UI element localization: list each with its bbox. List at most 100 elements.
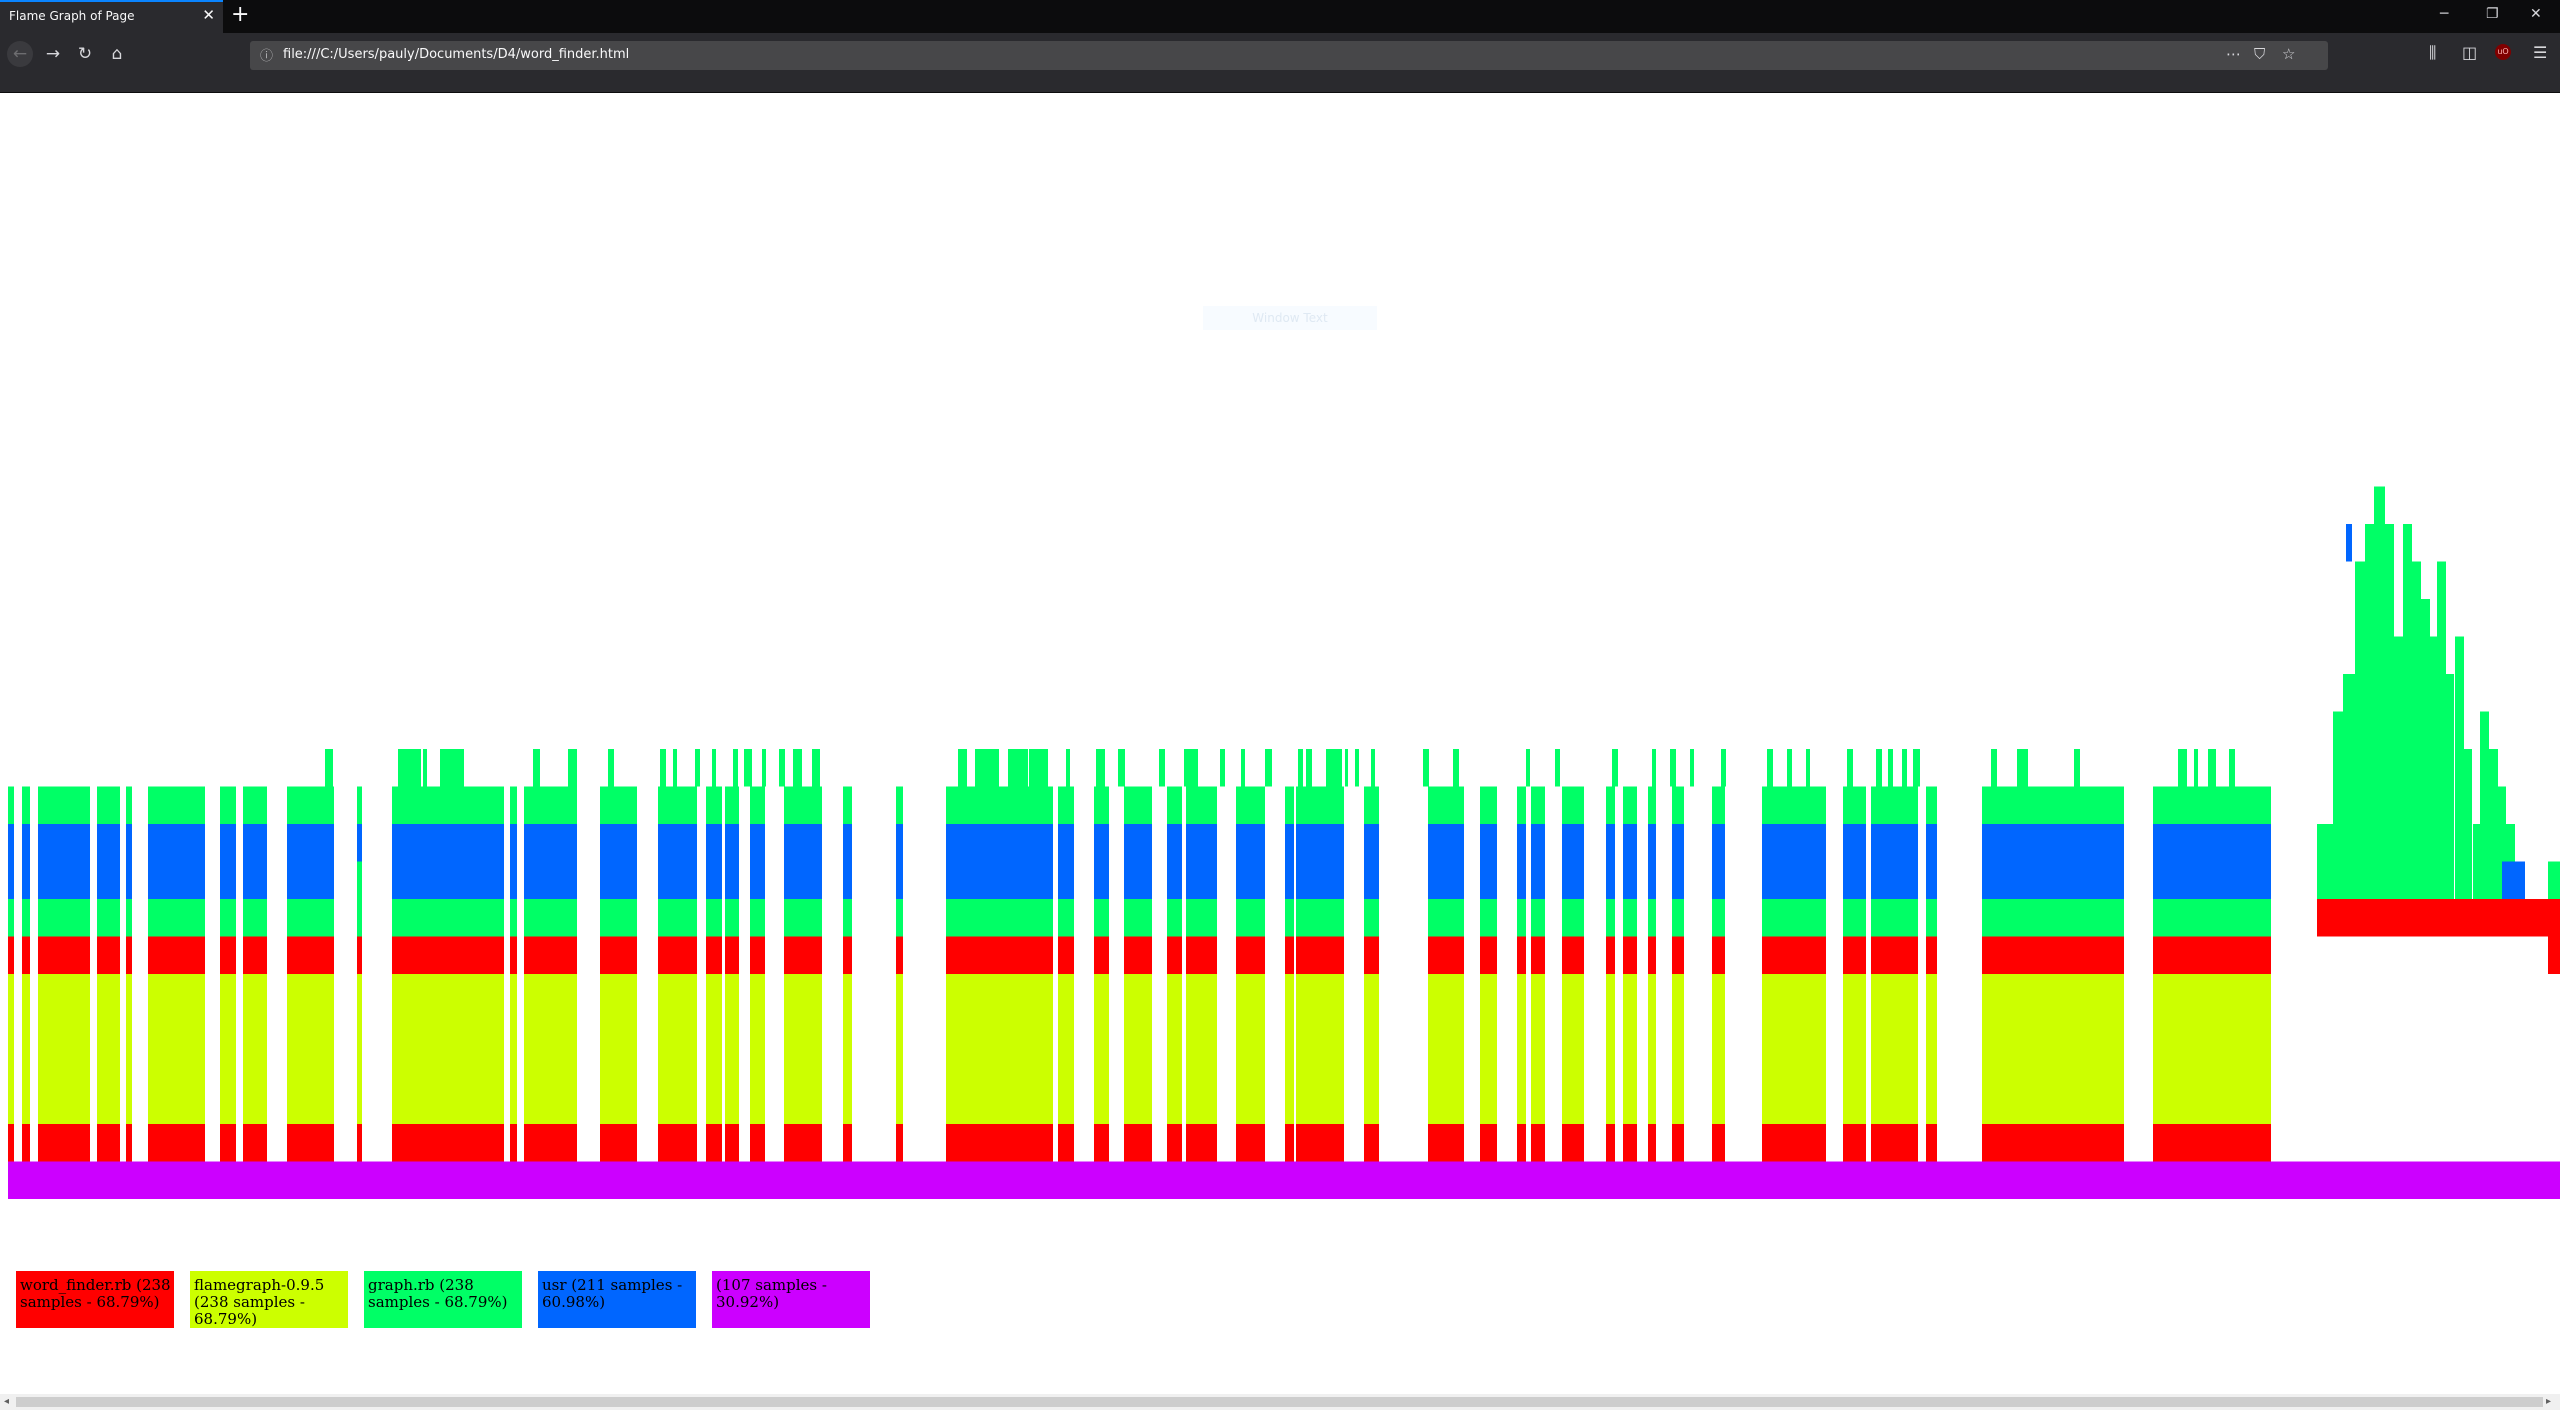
flame-frame-usr[interactable] — [1648, 824, 1656, 862]
flame-frame-graph[interactable] — [1094, 786, 1109, 825]
flame-frame-graph[interactable] — [2394, 636, 2403, 900]
flame-frame-graph[interactable] — [2464, 749, 2472, 899]
flame-frame-usr[interactable] — [1143, 861, 1152, 900]
flame-frame-usr[interactable] — [1236, 824, 1265, 862]
flame-frame-graph[interactable] — [392, 899, 504, 937]
flame-frame-graph[interactable] — [1871, 899, 1918, 937]
flame-frame-word-finder[interactable] — [1058, 936, 1074, 975]
flame-frame-graph[interactable] — [1526, 749, 1530, 787]
flame-frame-word-finder[interactable] — [357, 1124, 362, 1162]
flame-frame-graph[interactable] — [1913, 749, 1920, 787]
flame-frame-word-finder[interactable] — [1167, 1124, 1182, 1162]
flame-frame-flamegraph[interactable] — [1762, 974, 1826, 1124]
flame-frame-usr[interactable] — [784, 824, 822, 862]
flame-frame-graph[interactable] — [1332, 749, 1342, 787]
close-icon[interactable]: ✕ — [202, 6, 215, 24]
flame-frame-graph[interactable] — [2437, 561, 2446, 900]
flame-frame-flamegraph[interactable] — [2153, 974, 2271, 1124]
flame-frame-graph[interactable] — [762, 749, 766, 787]
flame-frame-graph[interactable] — [608, 749, 614, 787]
flame-frame-graph[interactable] — [744, 749, 752, 787]
flame-frame-graph[interactable] — [148, 899, 205, 937]
flame-frame-graph[interactable] — [1982, 786, 2124, 825]
flame-frame-graph[interactable] — [1326, 749, 1333, 787]
flame-frame-graph[interactable] — [706, 786, 722, 825]
flame-frame-graph[interactable] — [784, 899, 822, 937]
star-icon[interactable]: ☆ — [2282, 45, 2295, 63]
flame-frame-graph[interactable] — [725, 786, 739, 825]
flame-frame-word-finder[interactable] — [1428, 936, 1464, 975]
flame-frame-usr[interactable] — [658, 861, 697, 900]
flame-frame-usr[interactable] — [1562, 824, 1584, 862]
flame-frame-graph[interactable] — [524, 899, 577, 937]
flame-frame-flamegraph[interactable] — [510, 974, 517, 1124]
flame-frame-word-finder[interactable] — [896, 936, 903, 975]
flame-frame-graph[interactable] — [126, 899, 132, 937]
flame-frame-word-finder[interactable] — [1285, 1124, 1294, 1162]
flame-frame-usr[interactable] — [1672, 861, 1684, 900]
scrollbar-thumb[interactable] — [16, 1397, 2543, 1407]
flame-frame-graph[interactable] — [392, 786, 504, 825]
flame-frame-graph[interactable] — [784, 786, 822, 825]
flame-frame-graph[interactable] — [2355, 561, 2365, 900]
flame-frame-usr[interactable] — [2502, 861, 2525, 900]
flame-frame-flamegraph[interactable] — [1871, 974, 1918, 1124]
flame-frame-usr[interactable] — [510, 861, 517, 900]
flame-frame-graph[interactable] — [1480, 786, 1497, 825]
flame-frame-usr[interactable] — [1186, 861, 1217, 900]
flame-frame-usr[interactable] — [1428, 861, 1464, 900]
flame-frame-graph[interactable] — [779, 749, 785, 787]
plus-icon[interactable]: + — [231, 2, 249, 28]
flame-frame-word-finder[interactable] — [600, 936, 637, 975]
restore-icon[interactable]: ❐ — [2486, 6, 2499, 22]
flame-frame-graph[interactable] — [1876, 749, 1882, 787]
flame-frame-word-finder[interactable] — [725, 1124, 739, 1162]
flame-frame-word-finder[interactable] — [784, 1124, 822, 1162]
flame-frame-graph[interactable] — [2074, 749, 2080, 787]
flame-frame-word-finder[interactable] — [1648, 936, 1656, 975]
flame-frame-word-finder[interactable] — [1926, 1124, 1937, 1162]
flame-frame-word-finder[interactable] — [1480, 936, 1497, 975]
flame-frame-usr[interactable] — [750, 861, 765, 900]
flame-frame-flamegraph[interactable] — [1167, 974, 1182, 1124]
flame-frame-graph[interactable] — [1371, 749, 1375, 787]
flame-frame-word-finder[interactable] — [843, 1124, 852, 1162]
flame-frame-graph[interactable] — [2194, 749, 2198, 787]
flame-frame-flamegraph[interactable] — [1326, 974, 1344, 1124]
library-icon[interactable]: ⫼ — [2429, 43, 2436, 63]
flame-frame-flamegraph[interactable] — [843, 974, 852, 1124]
flame-frame-usr[interactable] — [1762, 861, 1826, 900]
flame-frame-usr[interactable] — [1712, 861, 1725, 900]
flame-frame-usr[interactable] — [1648, 861, 1656, 900]
flame-frame-flamegraph[interactable] — [1094, 974, 1109, 1124]
flame-frame-graph[interactable] — [126, 786, 132, 825]
flame-frame-usr[interactable] — [1058, 861, 1074, 900]
flame-frame-usr[interactable] — [1296, 824, 1327, 862]
flame-frame-word-finder[interactable] — [392, 936, 504, 975]
flame-frame-usr[interactable] — [38, 824, 90, 862]
flame-frame-flamegraph[interactable] — [1186, 974, 1217, 1124]
flame-frame-graph[interactable] — [1220, 749, 1225, 787]
flame-frame-graph[interactable] — [733, 749, 738, 787]
flame-frame-graph[interactable] — [456, 749, 464, 787]
flame-frame-graph[interactable] — [287, 786, 334, 825]
flame-frame-word-finder[interactable] — [524, 936, 577, 975]
flame-frame-usr[interactable] — [243, 824, 267, 862]
flame-frame-graph[interactable] — [2254, 786, 2268, 825]
flame-frame-graph[interactable] — [2473, 824, 2480, 899]
flame-frame-flamegraph[interactable] — [946, 974, 1053, 1124]
flame-frame-graph[interactable] — [1029, 749, 1048, 787]
flame-frame-graph[interactable] — [357, 899, 362, 937]
flame-frame-graph[interactable] — [2480, 711, 2489, 900]
active-tab[interactable]: Flame Graph of Page ✕ — [0, 0, 223, 33]
flame-frame-graph[interactable] — [97, 899, 120, 937]
flame-frame-word-finder[interactable] — [2153, 936, 2271, 975]
flame-frame-graph[interactable] — [695, 749, 700, 787]
hamburger-icon[interactable]: ☰ — [2533, 43, 2547, 62]
flame-frame-usr[interactable] — [946, 824, 1053, 862]
flame-frame-usr[interactable] — [706, 861, 722, 900]
flame-frame-usr[interactable] — [524, 824, 577, 862]
flame-frame-usr[interactable] — [287, 824, 334, 862]
flame-frame-graph[interactable] — [2208, 749, 2216, 787]
flame-frame-usr[interactable] — [220, 861, 236, 900]
